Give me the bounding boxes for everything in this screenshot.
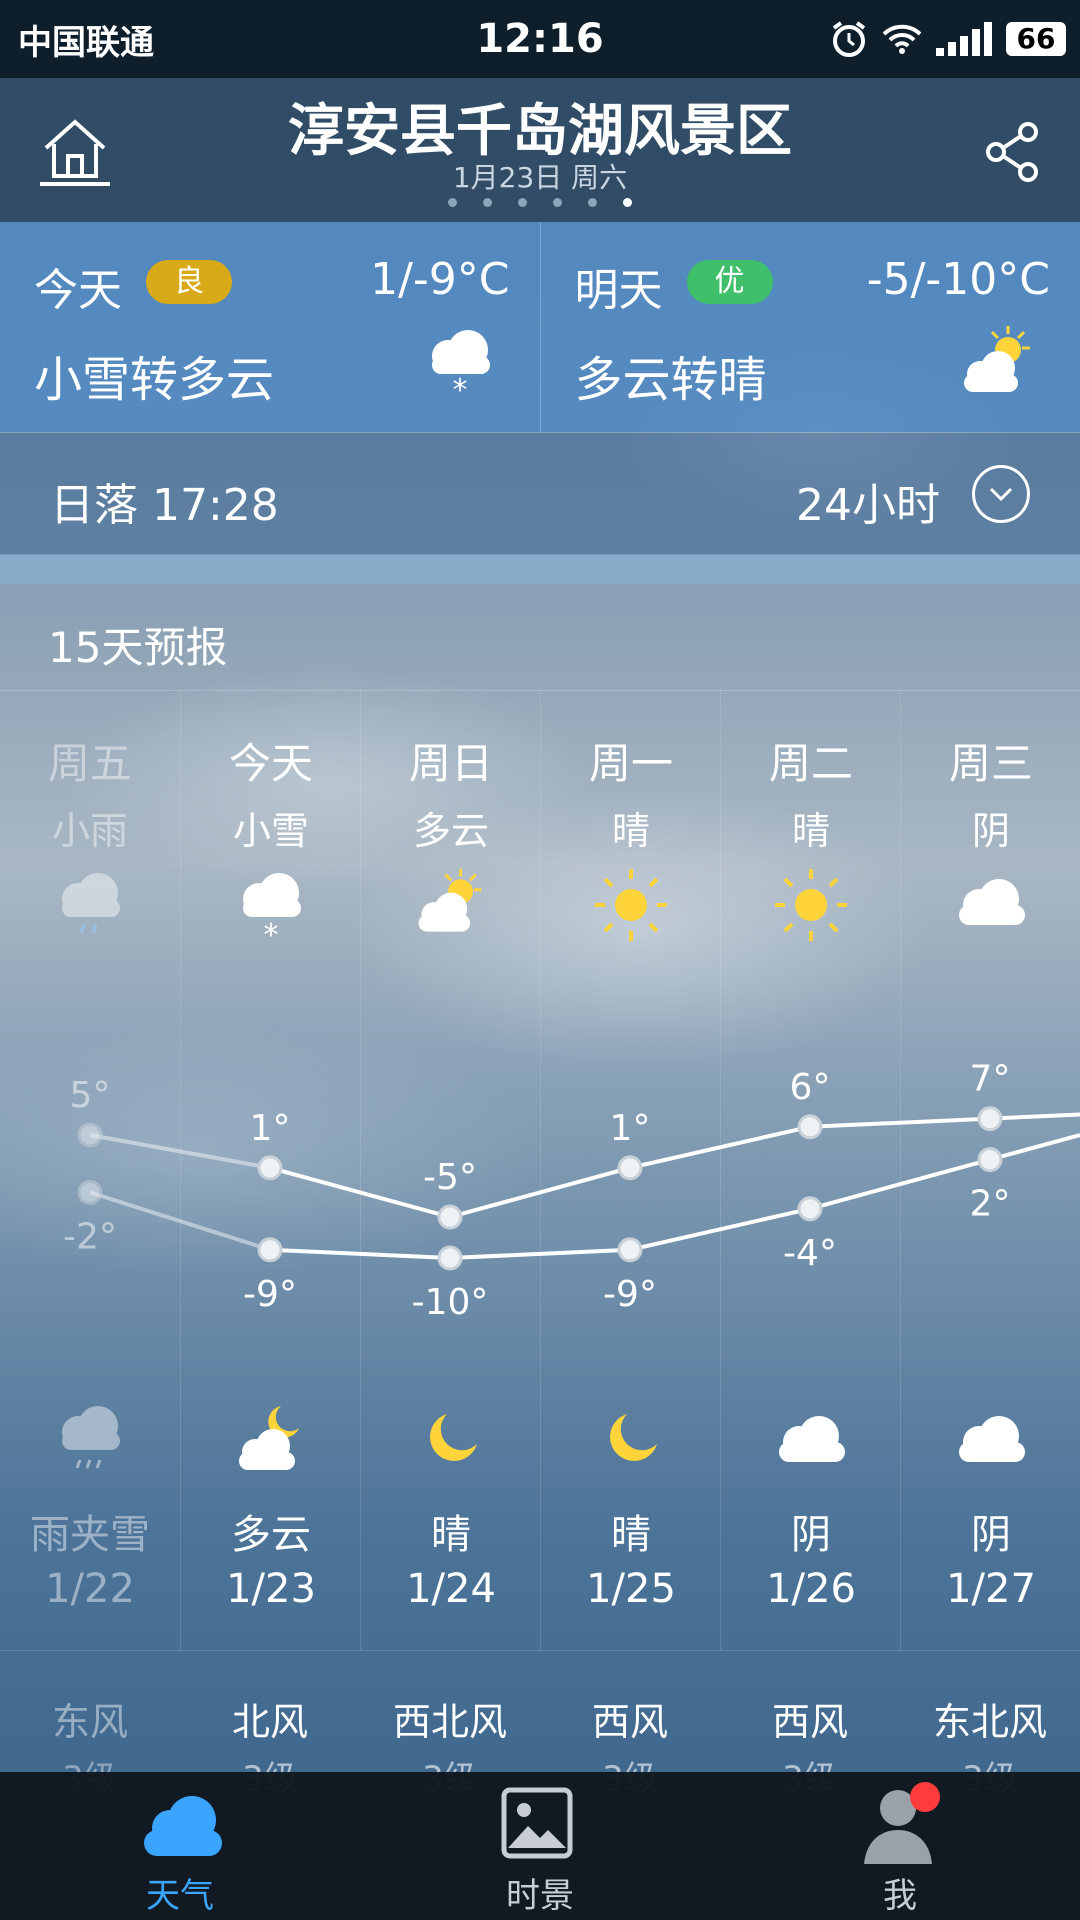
forecast-weekday: 周日 [408, 739, 493, 788]
sun-icon [595, 869, 667, 941]
partly-sunny-icon [964, 326, 1030, 392]
forecast-night-condition: 晴 [611, 1512, 651, 1558]
forecast-night-condition: 晴 [431, 1512, 471, 1558]
page-dot-active[interactable] [623, 198, 632, 207]
header: 淳安县千岛湖风景区 1月23日 周六 [0, 78, 1080, 222]
tab-scenery[interactable]: 时景 [360, 1772, 720, 1920]
photo-tab-icon [501, 1787, 573, 1859]
forecast-weekday: 今天 [228, 739, 313, 788]
share-icon[interactable] [984, 120, 1042, 184]
wind-direction: 西风 [591, 1700, 668, 1744]
signal-icon [936, 22, 992, 56]
forecast-date: 1/25 [586, 1566, 676, 1612]
tomorrow-label: 明天 [574, 265, 663, 316]
snow-cloud-icon: * [243, 873, 301, 945]
aqi-badge: 良 [146, 260, 232, 304]
moon-icon [610, 1414, 657, 1461]
page-dot[interactable] [448, 198, 457, 207]
forecast-day-column[interactable]: 周三 阴 阴 1/27 [900, 690, 1080, 1650]
forecast-day-condition: 小雨 [51, 809, 128, 853]
forecast-date: 1/22 [45, 1566, 135, 1612]
sunset-row: 日落 17:28 24小时 [0, 432, 1080, 555]
alarm-icon [832, 21, 866, 57]
tab-weather[interactable]: 天气 [0, 1772, 360, 1920]
battery-indicator: 66 [1006, 22, 1066, 56]
tomorrow-card[interactable]: 明天 优 -5/-10°C 多云转晴 [539, 222, 1080, 432]
wind-direction: 东风 [51, 1700, 128, 1744]
forecast-night-condition: 多云 [231, 1512, 311, 1558]
forecast-header: 15天预报 [0, 584, 1080, 691]
tomorrow-temp: -5/-10°C [866, 254, 1050, 305]
cloud-icon [779, 1416, 845, 1462]
wifi-icon [882, 24, 922, 54]
wind-direction: 西风 [771, 1700, 848, 1744]
forecast-night-condition: 阴 [791, 1512, 831, 1558]
today-tomorrow-panel: 今天 良 1/-9°C 小雪转多云 * 明天 优 -5/-10°C 多云转晴 [0, 222, 1080, 432]
forecast-day-column[interactable]: 周二 晴 阴 1/26 [720, 690, 901, 1650]
forecast-weekday: 周五 [47, 739, 132, 788]
forecast-day-column[interactable]: 周一 晴 晴 1/25 [540, 690, 721, 1650]
forecast-day-condition: 小雪 [232, 809, 309, 853]
forecast-weekday: 周二 [768, 739, 853, 788]
forecast-weekday: 周三 [948, 739, 1033, 788]
status-bar: 中国联通 12:16 66 [0, 0, 1080, 78]
forecast-day-column[interactable]: 周五 小雨 雨夹雪 1/22 [0, 690, 180, 1650]
wind-row: 东风 北风 西北风 西风 西风 东北风 3级 3级 3级 3级 3级 3级 [0, 1650, 1080, 1799]
rain-cloud-icon [62, 873, 120, 934]
wind-direction: 西北风 [392, 1700, 507, 1744]
partly-sunny-icon [418, 868, 482, 932]
chevron-down-icon[interactable] [972, 465, 1030, 523]
today-condition: 小雪转多云 [34, 352, 275, 408]
page-dot[interactable] [588, 198, 597, 207]
cloud-icon [959, 1416, 1025, 1462]
forecast-day-column[interactable]: 周日 多云 晴 1/24 [360, 690, 541, 1650]
tab-me[interactable]: 我 [720, 1772, 1080, 1920]
forecast-date: 1/24 [406, 1566, 496, 1612]
forecast-night-condition: 阴 [971, 1512, 1011, 1558]
page-dot[interactable] [483, 198, 492, 207]
sunset-time: 日落 17:28 [50, 480, 279, 531]
sleet-cloud-icon [62, 1406, 120, 1469]
wind-direction: 北风 [231, 1700, 308, 1744]
aqi-badge: 优 [686, 260, 773, 304]
forecast-grid: 周五 小雨 雨夹雪 1/22 今天 小雪 * 多云 1/23 周日 多云 晴 1… [0, 690, 1080, 1650]
moon-icon [430, 1414, 477, 1461]
header-date: 1月23日 周六 [452, 161, 628, 194]
forecast-weekday: 周一 [588, 739, 673, 788]
notification-dot [910, 1782, 940, 1812]
wind-direction: 东北风 [932, 1700, 1047, 1744]
snow-cloud-icon: * [431, 330, 490, 402]
forecast-title: 15天预报 [48, 623, 228, 672]
forecast-day-column[interactable]: 今天 小雪 * 多云 1/23 [180, 690, 361, 1650]
page-dot[interactable] [553, 198, 562, 207]
forecast-date: 1/23 [226, 1566, 316, 1612]
status-icons: 66 [830, 20, 1066, 58]
cloud-icon [959, 879, 1025, 925]
tab-scenery-label: 时景 [506, 1876, 574, 1916]
location-title[interactable]: 淳安县千岛湖风景区 [0, 86, 1080, 167]
cloud-tab-icon [144, 1796, 222, 1856]
forecast-date: 1/26 [766, 1566, 856, 1612]
cloudy-moon-icon [239, 1406, 299, 1470]
forecast-day-condition: 晴 [791, 809, 830, 853]
tab-weather-label: 天气 [146, 1876, 214, 1916]
page-dot[interactable] [518, 198, 527, 207]
svg-text:*: * [452, 373, 467, 402]
hourly-toggle-label[interactable]: 24小时 [796, 469, 940, 533]
page-indicator[interactable] [0, 198, 1080, 207]
tomorrow-condition: 多云转晴 [574, 352, 767, 408]
bottom-tab-bar: 天气 时景 我 [0, 1772, 1080, 1920]
forecast-date: 1/27 [946, 1566, 1036, 1612]
tab-me-label: 我 [883, 1876, 917, 1916]
forecast-day-condition: 多云 [412, 809, 489, 853]
forecast-day-condition: 晴 [611, 809, 650, 853]
forecast-night-condition: 雨夹雪 [30, 1512, 150, 1558]
today-temp: 1/-9°C [370, 254, 510, 305]
svg-text:*: * [264, 918, 279, 945]
divider-band [0, 554, 1080, 584]
sun-icon [775, 869, 847, 941]
today-card[interactable]: 今天 良 1/-9°C 小雪转多云 * [0, 222, 540, 432]
today-label: 今天 [34, 265, 122, 316]
forecast-day-condition: 阴 [971, 809, 1010, 853]
